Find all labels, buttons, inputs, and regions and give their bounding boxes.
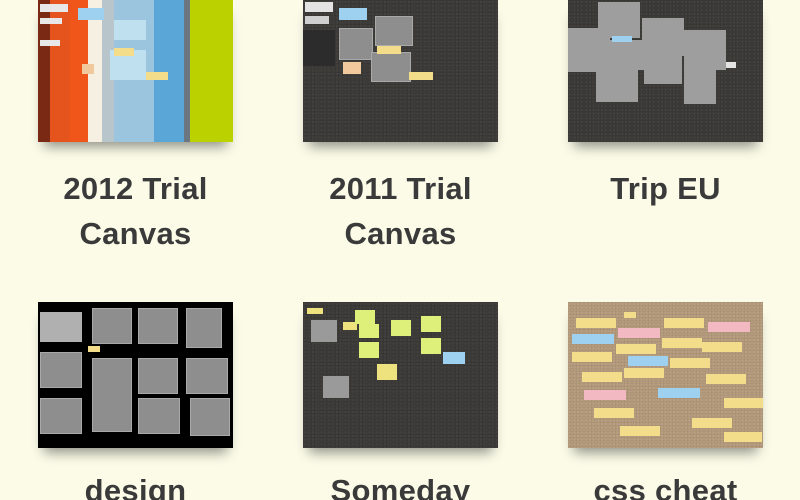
canvas-thumbnail[interactable] bbox=[38, 302, 233, 448]
canvas-grid: 2012 Trial Canvas 2011 Trial Canvas Trip… bbox=[0, 0, 800, 500]
canvas-label: Someday bbox=[330, 473, 471, 500]
canvas-label: 2012 Trial Canvas bbox=[63, 171, 208, 251]
canvas-thumbnail[interactable] bbox=[568, 302, 763, 448]
canvas-thumbnail[interactable] bbox=[568, 0, 763, 142]
canvas-thumbnail[interactable] bbox=[38, 0, 233, 142]
canvas-label: design bbox=[84, 473, 187, 500]
canvas-thumbnail[interactable] bbox=[303, 302, 498, 448]
canvas-label: 2011 Trial Canvas bbox=[329, 171, 472, 251]
canvas-thumbnail[interactable] bbox=[303, 0, 498, 142]
canvas-label: css cheat bbox=[593, 473, 738, 500]
canvas-label: Trip EU bbox=[610, 171, 721, 206]
